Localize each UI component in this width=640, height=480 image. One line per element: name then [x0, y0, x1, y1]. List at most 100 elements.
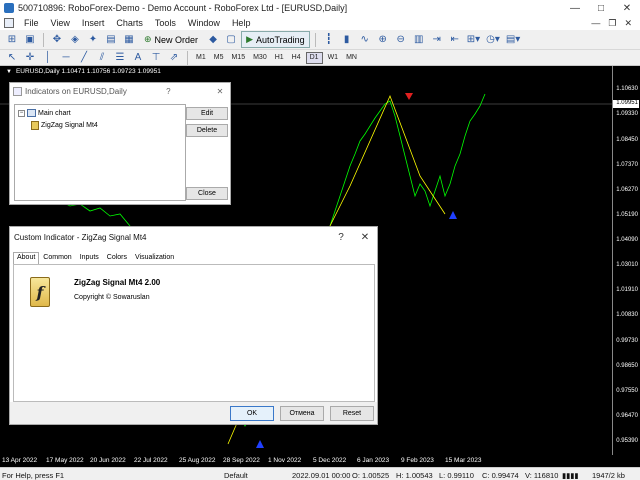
time-axis[interactable]: 13 Apr 2022 17 May 2022 20 Jun 2022 22 J… [0, 455, 640, 467]
status-low: L: 0.99110 [439, 471, 474, 480]
indicators-tree[interactable]: − Main chart ZigZag Signal Mt4 [14, 104, 186, 201]
menu-insert[interactable]: Insert [76, 18, 111, 28]
tree-collapse-icon[interactable]: − [18, 109, 25, 117]
ok-button[interactable]: OK [230, 406, 274, 421]
status-volume: V: 116810 [525, 471, 559, 480]
mdi-close-button[interactable]: ✕ [624, 18, 632, 29]
close-button[interactable]: ✕ [614, 3, 640, 14]
custom-indicator-dialog: Custom Indicator - ZigZag Signal Mt4 ? ✕… [9, 226, 378, 425]
indicators-list-icon[interactable]: ⊞▾ [465, 32, 482, 48]
connection-bars-icon: ▮▮▮▮ [562, 471, 579, 480]
indicators-help-button[interactable]: ? [158, 87, 178, 96]
tile-windows-icon[interactable]: ▥ [411, 32, 427, 48]
timeframe-w1[interactable]: W1 [325, 52, 342, 64]
menu-window[interactable]: Window [182, 18, 226, 28]
profiles-icon[interactable]: ▣ [22, 32, 38, 48]
line-chart-icon[interactable]: ∿ [357, 32, 373, 48]
zoom-out-icon[interactable]: ⊖ [393, 32, 409, 48]
cursor-icon[interactable]: ↖ [4, 50, 20, 66]
timeframe-h4[interactable]: H4 [289, 52, 304, 64]
custom-help-button[interactable]: ? [329, 232, 353, 243]
tree-item-zigzag[interactable]: ZigZag Signal Mt4 [31, 121, 98, 130]
timeframe-m15[interactable]: M15 [228, 52, 248, 64]
tab-inputs[interactable]: Inputs [76, 252, 103, 264]
price-tick: 0.98650 [616, 363, 638, 369]
minimize-button[interactable]: — [562, 3, 588, 14]
price-axis[interactable]: 1.10630 1.09951 1.09330 1.08450 1.07370 … [612, 66, 640, 455]
menu-charts[interactable]: Charts [110, 18, 149, 28]
mdi-controls: — ❐ ✕ [591, 18, 640, 29]
new-order-button[interactable]: ⊕ New Order [139, 31, 203, 48]
tab-common[interactable]: Common [39, 252, 75, 264]
status-open: O: 1.00525 [352, 471, 390, 480]
price-tick: 1.06270 [616, 187, 638, 193]
status-profile[interactable]: Default [224, 471, 248, 480]
indicators-dialog-titlebar: Indicators on EURUSD,Daily ? ✕ [10, 83, 230, 100]
autotrading-button[interactable]: ▶ AutoTrading [241, 31, 310, 48]
options-icon[interactable]: ▢ [223, 32, 239, 48]
timeframe-h1[interactable]: H1 [272, 52, 287, 64]
cancel-button[interactable]: Отмена [280, 406, 324, 421]
data-window-icon[interactable]: ◈ [67, 32, 83, 48]
indicators-close-icon[interactable]: ✕ [210, 87, 230, 96]
new-chart-icon[interactable]: ⊞ [4, 32, 20, 48]
chart-info: ▼ EURUSD,Daily 1.10471 1.10756 1.09723 1… [6, 68, 161, 75]
label-icon[interactable]: ⊤ [148, 50, 164, 66]
reset-button[interactable]: Reset [330, 406, 374, 421]
custom-close-icon[interactable]: ✕ [353, 232, 377, 243]
tree-item-label: ZigZag Signal Mt4 [41, 122, 98, 129]
bar-chart-icon[interactable]: ┇ [321, 32, 337, 48]
menu-help[interactable]: Help [226, 18, 257, 28]
vertical-line-icon[interactable]: │ [40, 50, 56, 66]
time-tick: 1 Nov 2022 [268, 457, 302, 464]
tester-icon[interactable]: ▦ [121, 32, 137, 48]
delete-button[interactable]: Delete [186, 124, 228, 137]
close-button[interactable]: Close [186, 187, 228, 200]
tree-item-main-chart[interactable]: − Main chart [18, 109, 71, 117]
candlestick-icon[interactable]: ▮ [339, 32, 355, 48]
horizontal-line-icon[interactable]: ─ [58, 50, 74, 66]
autotrading-icon: ▶ [246, 34, 253, 44]
tab-visualization[interactable]: Visualization [131, 252, 178, 264]
price-tick: 1.09330 [616, 111, 638, 117]
indicator-name: ZigZag Signal Mt4 2.00 [74, 278, 161, 287]
auto-scroll-icon[interactable]: ⇥ [429, 32, 445, 48]
timeframe-d1[interactable]: D1 [305, 51, 323, 64]
tab-colors[interactable]: Colors [103, 252, 131, 264]
custom-indicator-title: Custom Indicator - ZigZag Signal Mt4 [14, 232, 147, 242]
menu-tools[interactable]: Tools [149, 18, 182, 28]
menu-file[interactable]: File [18, 18, 45, 28]
navigator-icon[interactable]: ✦ [85, 32, 101, 48]
timeframe-mn[interactable]: MN [343, 52, 360, 64]
market-watch-icon[interactable]: ✥ [49, 32, 65, 48]
arrows-icon[interactable]: ⇗ [166, 50, 182, 66]
price-tick: 0.95390 [616, 438, 638, 444]
price-tick: 1.07370 [616, 162, 638, 168]
price-tick: 1.01910 [616, 287, 638, 293]
trendline-icon[interactable]: ╱ [76, 50, 92, 66]
status-datetime: 2022.09.01 00:00 [292, 471, 351, 480]
text-icon[interactable]: A [130, 50, 146, 66]
periods-icon[interactable]: ◷▾ [484, 32, 502, 48]
menu-view[interactable]: View [45, 18, 76, 28]
time-tick: 5 Dec 2022 [313, 457, 347, 464]
timeframe-m30[interactable]: M30 [250, 52, 270, 64]
mdi-minimize-button[interactable]: — [591, 18, 600, 29]
tab-about[interactable]: About [13, 252, 40, 264]
chart-shift-icon[interactable]: ⇤ [447, 32, 463, 48]
mdi-restore-button[interactable]: ❐ [608, 18, 616, 29]
channel-icon[interactable]: ⫽ [94, 50, 110, 66]
terminal-icon[interactable]: ▤ [103, 32, 119, 48]
zoom-in-icon[interactable]: ⊕ [375, 32, 391, 48]
edit-button[interactable]: Edit [186, 107, 228, 120]
crosshair-icon[interactable]: ✛ [22, 50, 38, 66]
time-tick: 20 Jun 2022 [90, 457, 126, 464]
metaeditor-icon[interactable]: ◆ [205, 32, 221, 48]
price-tick: 0.97550 [616, 388, 638, 394]
chart-window-icon[interactable] [4, 18, 14, 28]
maximize-button[interactable]: □ [588, 3, 614, 14]
fibonacci-icon[interactable]: ☰ [112, 50, 128, 66]
timeframe-m5[interactable]: M5 [211, 52, 227, 64]
timeframe-m1[interactable]: M1 [193, 52, 209, 64]
templates-icon[interactable]: ▤▾ [504, 32, 522, 48]
